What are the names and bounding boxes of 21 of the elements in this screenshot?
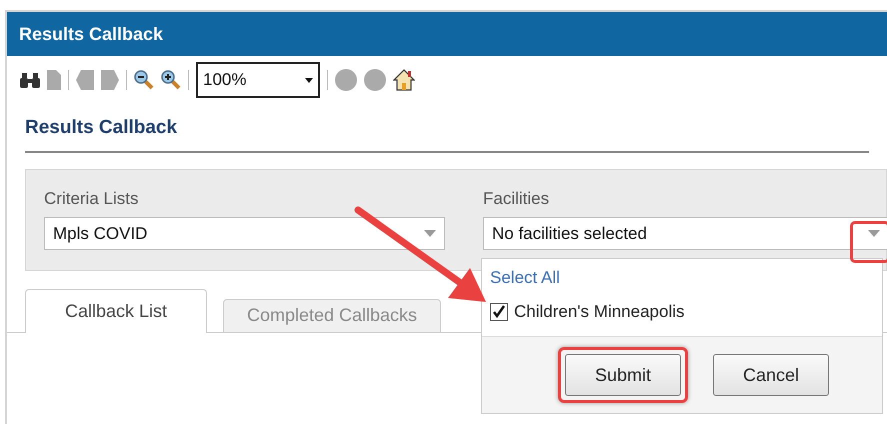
field-label: Facilities: [483, 188, 550, 210]
section-heading: Results Callback: [25, 117, 178, 138]
caret-icon: [305, 78, 313, 82]
caret-icon: [424, 230, 436, 237]
option-label[interactable]: Children's Minneapolis: [514, 298, 684, 324]
highlight-frame: [850, 221, 887, 263]
window-title: Results Callback: [19, 22, 164, 46]
zoom-select[interactable]: 100%: [196, 62, 320, 98]
zoom-out-icon[interactable]: [134, 70, 154, 90]
binoculars-icon[interactable]: [20, 71, 40, 89]
facilities-select[interactable]: No facilities selected: [483, 217, 887, 250]
dialog-button[interactable]: Cancel: [713, 354, 829, 396]
home-icon[interactable]: [393, 69, 415, 91]
criteria-select[interactable]: Mpls COVID: [44, 217, 445, 250]
caret-icon: [868, 230, 880, 237]
select-all-link[interactable]: Select All: [490, 265, 560, 290]
dialog-button[interactable]: Submit: [565, 354, 681, 396]
checkbox[interactable]: [490, 302, 508, 320]
tab[interactable]: Callback List: [25, 288, 207, 332]
field-label: Criteria Lists: [44, 188, 140, 210]
zoom-in-icon[interactable]: [161, 70, 181, 90]
